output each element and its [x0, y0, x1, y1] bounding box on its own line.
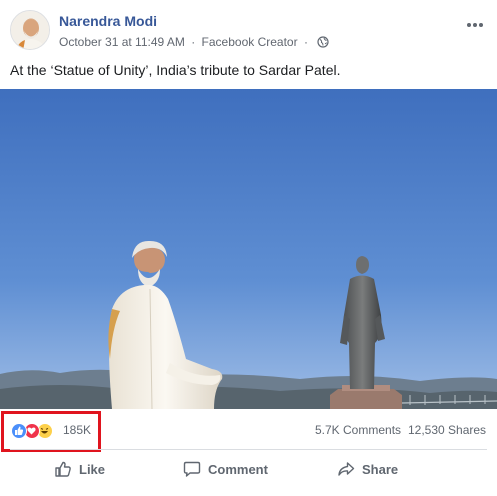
comment-icon	[183, 461, 201, 477]
meta-separator-2: ·	[303, 35, 308, 49]
like-label: Like	[79, 461, 106, 477]
post-caption: At the ‘Statue of Unity’, India’s tribut…	[10, 62, 341, 78]
more-options-icon[interactable]	[467, 14, 487, 27]
post-stats: 185K 5.7K Comments 12,530 Shares	[0, 410, 497, 452]
author-avatar[interactable]	[10, 10, 50, 50]
like-reaction-icon	[11, 423, 27, 439]
post-header: Narendra Modi October 31 at 11:49 AM · F…	[0, 0, 497, 58]
post-timestamp[interactable]: October 31 at 11:49 AM	[59, 35, 185, 49]
comment-button[interactable]: Comment	[183, 452, 268, 486]
thumbs-up-icon	[55, 461, 71, 477]
share-button[interactable]: Share	[337, 452, 398, 486]
post-source[interactable]: Facebook Creator	[202, 35, 298, 49]
shares-count[interactable]: 12,530 Shares	[408, 423, 486, 437]
post-actions: Like Comment Share	[0, 452, 497, 486]
post-photo[interactable]	[0, 89, 497, 409]
comments-count[interactable]: 5.7K Comments	[315, 423, 401, 437]
like-button[interactable]: Like	[54, 452, 105, 486]
post-meta: October 31 at 11:49 AM · Facebook Creato…	[59, 35, 329, 49]
share-label: Share	[362, 461, 399, 477]
facebook-post: Narendra Modi October 31 at 11:49 AM · F…	[0, 0, 497, 496]
meta-separator: ·	[191, 35, 196, 49]
share-arrow-icon	[338, 462, 355, 476]
author-name[interactable]: Narendra Modi	[59, 13, 157, 29]
actions-divider	[10, 449, 487, 450]
globe-icon[interactable]	[317, 36, 329, 48]
comment-label: Comment	[208, 461, 268, 477]
